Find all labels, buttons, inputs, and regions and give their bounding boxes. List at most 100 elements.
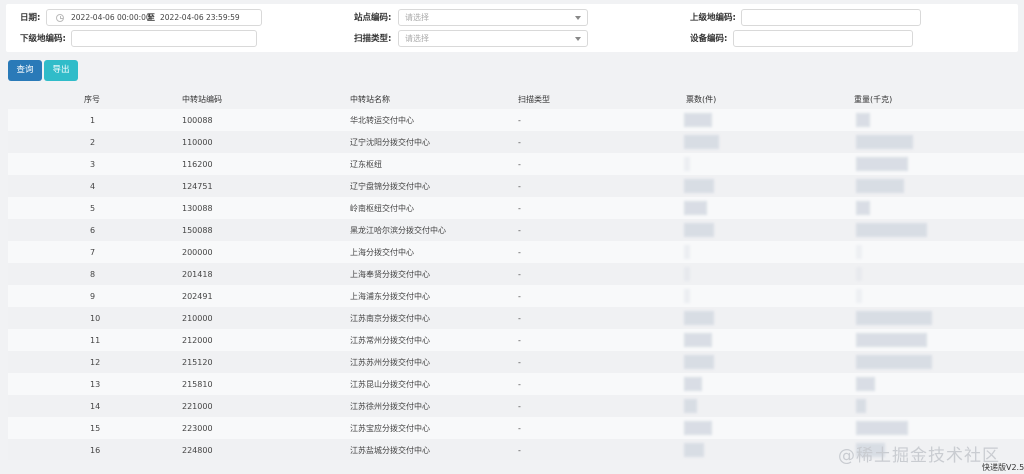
cell-scan-type: -	[518, 380, 521, 389]
scan-type-label: 扫描类型:	[354, 34, 392, 44]
header-index[interactable]: 序号	[84, 94, 100, 105]
table-row[interactable]: 12 215120 江苏苏州分拨交付中心 -	[8, 351, 1024, 373]
date-start[interactable]: 2022-04-06 00:00:00	[71, 10, 151, 25]
cell-weight-redacted	[856, 421, 908, 435]
cell-tickets-redacted	[684, 135, 719, 149]
cell-index: 5	[90, 204, 96, 213]
cell-hub-name: 上海浦东分拨交付中心	[350, 292, 430, 301]
cell-tickets-redacted	[684, 267, 690, 281]
cell-index: 12	[90, 358, 101, 367]
cell-index: 15	[90, 424, 101, 433]
cell-hub-code: 200000	[182, 248, 213, 257]
table-row[interactable]: 10 210000 江苏南京分拨交付中心 -	[8, 307, 1024, 329]
cell-hub-name: 江苏南京分拨交付中心	[350, 314, 430, 323]
cell-hub-name: 上海分拨交付中心	[350, 248, 414, 257]
cell-tickets-redacted	[684, 443, 704, 457]
cell-scan-type: -	[518, 226, 521, 235]
cell-scan-type: -	[518, 292, 521, 301]
cell-scan-type: -	[518, 248, 521, 257]
chevron-down-icon	[575, 16, 581, 20]
upper-code-label: 上级地编码:	[690, 13, 736, 23]
device-code-input[interactable]	[733, 30, 913, 47]
table-row[interactable]: 3 116200 辽东枢纽 -	[8, 153, 1024, 175]
header-hub-code[interactable]: 中转站编码	[182, 94, 222, 105]
cell-index: 9	[90, 292, 96, 301]
cell-hub-name: 华北转运交付中心	[350, 116, 414, 125]
cell-weight-redacted	[856, 201, 870, 215]
station-code-placeholder: 请选择	[405, 13, 429, 22]
table-row[interactable]: 13 215810 江苏昆山分拨交付中心 -	[8, 373, 1024, 395]
export-button[interactable]: 导出	[44, 60, 78, 81]
table-row[interactable]: 11 212000 江苏常州分拨交付中心 -	[8, 329, 1024, 351]
cell-hub-code: 224800	[182, 446, 213, 455]
cell-tickets-redacted	[684, 421, 712, 435]
cell-hub-name: 江苏苏州分拨交付中心	[350, 358, 430, 367]
cell-weight-redacted	[856, 157, 908, 171]
cell-hub-code: 215810	[182, 380, 213, 389]
cell-scan-type: -	[518, 358, 521, 367]
table-row[interactable]: 9 202491 上海浦东分拨交付中心 -	[8, 285, 1024, 307]
watermark: @稀土掘金技术社区	[838, 446, 1000, 466]
cell-hub-name: 江苏盐城分拨交付中心	[350, 446, 430, 455]
header-hub-name[interactable]: 中转站名称	[350, 94, 390, 105]
cell-hub-name: 辽东枢纽	[350, 160, 382, 169]
cell-tickets-redacted	[684, 311, 714, 325]
cell-weight-redacted	[856, 311, 932, 325]
lower-code-input[interactable]	[71, 30, 257, 47]
cell-index: 8	[90, 270, 96, 279]
cell-scan-type: -	[518, 270, 521, 279]
cell-hub-code: 110000	[182, 138, 213, 147]
cell-hub-code: 210000	[182, 314, 213, 323]
cell-tickets-redacted	[684, 333, 712, 347]
cell-tickets-redacted	[684, 355, 714, 369]
cell-hub-name: 黑龙江哈尔滨分拨交付中心	[350, 226, 446, 235]
table-row[interactable]: 14 221000 江苏徐州分拨交付中心 -	[8, 395, 1024, 417]
table-row[interactable]: 4 124751 辽宁盘锦分拨交付中心 -	[8, 175, 1024, 197]
cell-hub-code: 215120	[182, 358, 213, 367]
cell-weight-redacted	[856, 223, 927, 237]
date-range-picker[interactable]: 2022-04-06 00:00:00 至 2022-04-06 23:59:5…	[46, 9, 262, 26]
table-row[interactable]: 8 201418 上海奉贤分拨交付中心 -	[8, 263, 1024, 285]
cell-hub-code: 150088	[182, 226, 213, 235]
header-tickets[interactable]: 票数(件)	[686, 94, 716, 105]
lower-code-label: 下级地编码:	[20, 34, 66, 44]
cell-index: 11	[90, 336, 101, 345]
cell-weight-redacted	[856, 333, 927, 347]
cell-scan-type: -	[518, 204, 521, 213]
table-row[interactable]: 6 150088 黑龙江哈尔滨分拨交付中心 -	[8, 219, 1024, 241]
cell-index: 10	[90, 314, 101, 323]
cell-hub-code: 201418	[182, 270, 213, 279]
cell-hub-code: 100088	[182, 116, 213, 125]
query-button[interactable]: 查询	[8, 60, 42, 81]
header-weight[interactable]: 重量(千克)	[854, 94, 892, 105]
cell-scan-type: -	[518, 402, 521, 411]
cell-hub-name: 辽宁沈阳分拨交付中心	[350, 138, 430, 147]
cell-hub-name: 上海奉贤分拨交付中心	[350, 270, 430, 279]
cell-tickets-redacted	[684, 289, 690, 303]
cell-hub-name: 江苏常州分拨交付中心	[350, 336, 430, 345]
scan-type-placeholder: 请选择	[405, 34, 429, 43]
cell-index: 1	[90, 116, 96, 125]
station-code-select[interactable]: 请选择	[398, 9, 588, 26]
cell-scan-type: -	[518, 116, 521, 125]
scan-type-select[interactable]: 请选择	[398, 30, 588, 47]
cell-hub-name: 辽宁盘锦分拨交付中心	[350, 182, 430, 191]
cell-weight-redacted	[856, 179, 904, 193]
cell-weight-redacted	[856, 113, 870, 127]
cell-tickets-redacted	[684, 201, 707, 215]
table-row[interactable]: 1 100088 华北转运交付中心 -	[8, 109, 1024, 131]
table-row[interactable]: 5 130088 岭南枢纽交付中心 -	[8, 197, 1024, 219]
table-row[interactable]: 2 110000 辽宁沈阳分拨交付中心 -	[8, 131, 1024, 153]
cell-weight-redacted	[856, 135, 913, 149]
cell-index: 2	[90, 138, 96, 147]
cell-hub-code: 212000	[182, 336, 213, 345]
cell-index: 14	[90, 402, 101, 411]
cell-scan-type: -	[518, 138, 521, 147]
date-end[interactable]: 2022-04-06 23:59:59	[160, 10, 240, 25]
cell-index: 3	[90, 160, 96, 169]
header-scan-type[interactable]: 扫描类型	[518, 94, 550, 105]
table-row[interactable]: 7 200000 上海分拨交付中心 -	[8, 241, 1024, 263]
cell-hub-code: 116200	[182, 160, 213, 169]
upper-code-input[interactable]	[741, 9, 921, 26]
table-row[interactable]: 15 223000 江苏宝应分拨交付中心 -	[8, 417, 1024, 439]
